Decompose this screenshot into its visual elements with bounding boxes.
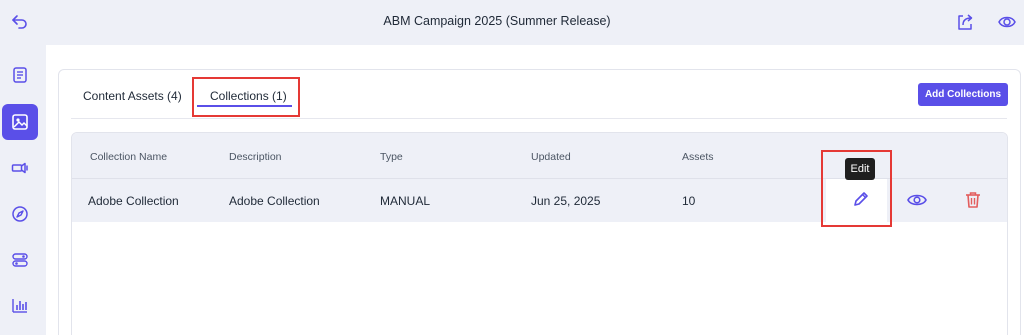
column-header-description[interactable]: Description [229, 151, 282, 163]
bar-chart-icon[interactable] [2, 287, 38, 323]
column-header-collection-name[interactable]: Collection Name [90, 151, 167, 163]
cell-assets: 10 [682, 194, 696, 208]
eye-icon[interactable] [996, 11, 1018, 33]
share-icon[interactable] [954, 11, 976, 33]
highlight-box-edit [821, 150, 892, 227]
toggle-icon[interactable] [2, 242, 38, 278]
document-icon[interactable] [2, 57, 38, 93]
cell-updated: Jun 25, 2025 [531, 194, 601, 208]
cell-description: Adobe Collection [229, 194, 320, 208]
tabs-divider [71, 118, 1007, 119]
channel-icon[interactable] [2, 150, 38, 186]
highlight-box-tab [192, 77, 300, 117]
cell-type: MANUAL [380, 194, 431, 208]
add-collections-button[interactable]: Add Collections [918, 83, 1008, 106]
trash-icon[interactable] [962, 189, 984, 211]
tab-content-assets[interactable]: Content Assets (4) [83, 89, 182, 103]
eye-icon[interactable] [906, 189, 928, 211]
top-bar: ABM Campaign 2025 (Summer Release) [0, 0, 1024, 45]
column-header-type[interactable]: Type [380, 151, 403, 163]
column-header-updated[interactable]: Updated [531, 151, 571, 163]
column-header-assets[interactable]: Assets [682, 151, 714, 163]
cell-collection-name: Adobe Collection [88, 194, 179, 208]
image-icon[interactable] [2, 104, 38, 140]
compass-icon[interactable] [2, 196, 38, 232]
page-title: ABM Campaign 2025 (Summer Release) [383, 14, 611, 28]
